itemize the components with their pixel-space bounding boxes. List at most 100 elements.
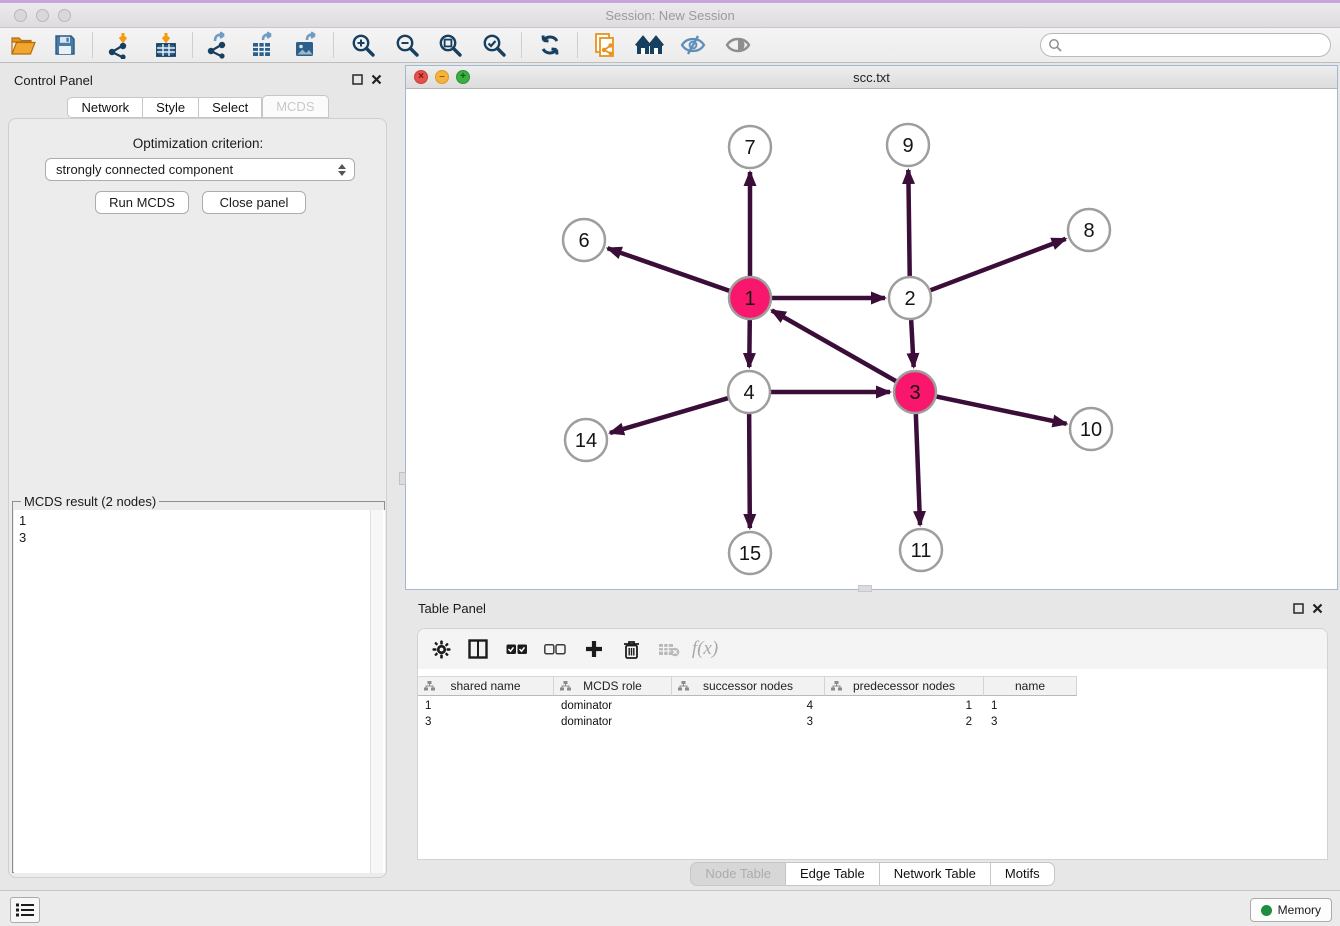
table-row[interactable]: 1dominator411 [418, 698, 1077, 714]
apply-function-icon[interactable]: f(x) [690, 634, 720, 664]
close-panel-button[interactable]: Close panel [202, 191, 306, 214]
network-view-title: scc.txt [406, 70, 1337, 85]
export-image-icon[interactable] [290, 30, 322, 60]
delete-table-icon[interactable] [654, 634, 684, 664]
tab-select[interactable]: Select [199, 97, 262, 118]
edge-3-11[interactable] [916, 414, 920, 525]
open-session-icon[interactable] [7, 30, 39, 60]
table-tabs: Node TableEdge TableNetwork TableMotifs [405, 862, 1340, 886]
float-panel-icon[interactable] [352, 74, 363, 85]
toolbar-separator [577, 32, 578, 58]
app-title: Session: New Session [0, 8, 1340, 23]
zoom-out-icon[interactable] [391, 30, 423, 60]
edge-3-10[interactable] [937, 397, 1067, 424]
zoom-selected-icon[interactable] [478, 30, 510, 60]
import-network-icon[interactable] [103, 30, 135, 60]
toolbar-separator [333, 32, 334, 58]
column-header-shared-name[interactable]: shared name [418, 676, 554, 696]
cell-shared-name[interactable]: 3 [418, 714, 554, 730]
close-panel-icon[interactable] [371, 74, 382, 85]
memory-status-icon [1261, 905, 1272, 916]
edge-3-1[interactable] [772, 310, 896, 381]
control-panel-tabs: NetworkStyleSelectMCDS [0, 97, 396, 118]
toolbar-separator [521, 32, 522, 58]
export-network-icon[interactable] [203, 30, 235, 60]
deselect-all-rows-icon[interactable] [540, 634, 570, 664]
float-table-panel-icon[interactable] [1293, 603, 1304, 614]
tab-network-table[interactable]: Network Table [880, 862, 991, 886]
tab-node-table[interactable]: Node Table [690, 862, 786, 886]
column-label: successor nodes [703, 679, 793, 693]
cell-mcds-role[interactable]: dominator [554, 714, 672, 730]
select-all-rows-icon[interactable] [502, 634, 532, 664]
task-history-button[interactable] [10, 897, 40, 923]
edge-4-14[interactable] [610, 398, 728, 433]
column-label: name [1015, 679, 1045, 693]
column-header-name[interactable]: name [984, 676, 1077, 696]
tab-mcds[interactable]: MCDS [262, 95, 328, 118]
tab-network[interactable]: Network [67, 97, 143, 118]
search-field[interactable] [1040, 33, 1331, 57]
delete-row-icon[interactable] [616, 634, 646, 664]
network-view-titlebar[interactable]: × – + scc.txt [406, 66, 1337, 89]
cell-name[interactable]: 3 [984, 714, 1077, 730]
node-label-8: 8 [1083, 220, 1094, 242]
tab-edge-table[interactable]: Edge Table [786, 862, 880, 886]
show-all-icon[interactable] [722, 30, 754, 60]
edge-1-4[interactable] [749, 320, 750, 367]
export-table-icon[interactable] [247, 30, 279, 60]
result-scrollbar[interactable] [370, 510, 383, 873]
control-panel-title: Control Panel [14, 73, 93, 88]
table-row[interactable]: 3dominator323 [418, 714, 1077, 730]
import-table-icon[interactable] [150, 30, 182, 60]
mcds-result-text[interactable]: 1 3 [14, 510, 385, 873]
node-label-15: 15 [739, 543, 761, 565]
add-row-icon[interactable] [579, 634, 609, 664]
table-settings-icon[interactable] [426, 634, 456, 664]
node-label-3: 3 [909, 382, 920, 404]
criterion-dropdown[interactable]: strongly connected component [45, 158, 355, 181]
cell-predecessor-nodes[interactable]: 1 [825, 698, 984, 714]
hide-selected-icon[interactable] [677, 30, 709, 60]
edge-2-8[interactable] [931, 239, 1066, 290]
run-mcds-button[interactable]: Run MCDS [95, 191, 189, 214]
edge-2-9[interactable] [908, 170, 909, 276]
cell-successor-nodes[interactable]: 3 [672, 714, 825, 730]
network-view-window: × – + scc.txt 7968124314101511 [405, 65, 1338, 590]
column-header-mcds-role[interactable]: MCDS role [554, 676, 672, 696]
table-panel-title: Table Panel [418, 601, 486, 616]
table-toolbar: f(x) [418, 629, 1327, 669]
table-body: 1dominator4113dominator323 [418, 698, 1077, 730]
cell-shared-name[interactable]: 1 [418, 698, 554, 714]
close-table-panel-icon[interactable] [1312, 603, 1323, 614]
node-label-14: 14 [575, 430, 597, 452]
memory-button[interactable]: Memory [1250, 898, 1332, 922]
splitter-grip-horizontal[interactable] [858, 585, 872, 592]
new-network-from-selection-icon[interactable] [590, 30, 622, 60]
node-label-2: 2 [904, 288, 915, 310]
edge-1-6[interactable] [608, 248, 730, 290]
apply-preferred-layout-icon[interactable] [634, 30, 666, 60]
zoom-fit-icon[interactable] [434, 30, 466, 60]
edge-2-3[interactable] [911, 320, 914, 367]
tab-motifs[interactable]: Motifs [991, 862, 1055, 886]
network-canvas[interactable]: 7968124314101511 [406, 89, 1337, 589]
save-session-icon[interactable] [49, 30, 81, 60]
cell-predecessor-nodes[interactable]: 2 [825, 714, 984, 730]
search-icon [1048, 38, 1063, 53]
column-header-successor-nodes[interactable]: successor nodes [672, 676, 825, 696]
splitter-grip-vertical[interactable] [399, 472, 406, 485]
edge-4-15[interactable] [749, 414, 750, 528]
column-selector-icon[interactable] [463, 634, 493, 664]
node-label-10: 10 [1080, 419, 1102, 441]
column-header-predecessor-nodes[interactable]: predecessor nodes [825, 676, 984, 696]
search-input[interactable] [1063, 38, 1330, 53]
cell-name[interactable]: 1 [984, 698, 1077, 714]
cell-successor-nodes[interactable]: 4 [672, 698, 825, 714]
cell-mcds-role[interactable]: dominator [554, 698, 672, 714]
tab-style[interactable]: Style [143, 97, 199, 118]
refresh-icon[interactable] [534, 30, 566, 60]
zoom-in-icon[interactable] [347, 30, 379, 60]
node-label-11: 11 [911, 540, 932, 562]
optimization-criterion-label: Optimization criterion: [0, 136, 396, 151]
